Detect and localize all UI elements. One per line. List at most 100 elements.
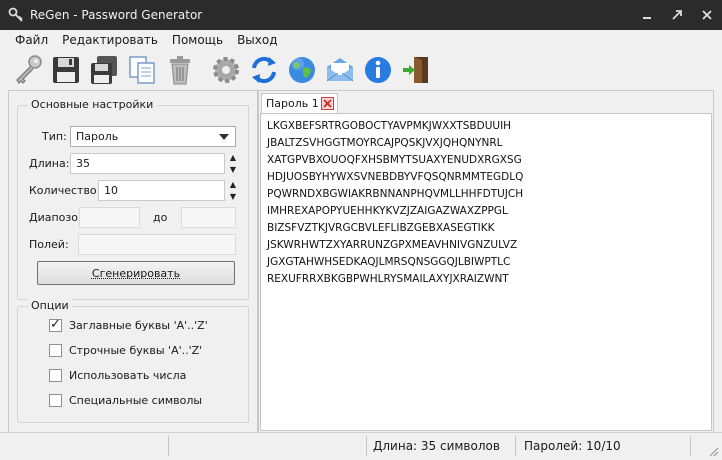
password-line: PQWRNDXBGWIAKRBNNANPHQVMLLHHFDTUJCH bbox=[267, 188, 524, 200]
copy-icon bbox=[129, 56, 155, 84]
output-panel: Пароль 1 LKGXBEFSRTRGOBOCTYAVPMKJWXXTSBD… bbox=[258, 90, 714, 433]
maximize-icon bbox=[672, 10, 682, 20]
length-input[interactable]: 35 bbox=[70, 153, 225, 174]
window-title: ReGen - Password Generator bbox=[30, 8, 203, 22]
close-icon bbox=[323, 99, 332, 108]
menu-file[interactable]: Файл bbox=[8, 33, 55, 47]
tab-close-button[interactable] bbox=[321, 97, 334, 110]
password-line: JGXGTAHWHSEDKAQJLMRSQNSGGQJLBIWPTLC bbox=[267, 256, 511, 268]
length-label: Длина: bbox=[29, 157, 70, 170]
spin-up-icon[interactable]: ▲ bbox=[230, 153, 236, 162]
save-button[interactable] bbox=[48, 52, 84, 88]
password-output[interactable]: LKGXBEFSRTRGOBOCTYAVPMKJWXXTSBDUUIH JBAL… bbox=[260, 113, 712, 431]
range-from-input[interactable] bbox=[79, 207, 140, 228]
menu-bar: Файл Редактировать Помощь Выход bbox=[0, 30, 722, 50]
option-numbers-label: Использовать числа bbox=[69, 369, 187, 382]
options-legend: Опции bbox=[28, 299, 72, 312]
type-select-value: Пароль bbox=[76, 130, 119, 143]
mail-button[interactable] bbox=[322, 52, 358, 88]
generate-button-label: Сгенерировать bbox=[91, 266, 181, 280]
save-all-button[interactable] bbox=[86, 52, 122, 88]
type-label: Тип: bbox=[42, 130, 67, 143]
password-line: IMHREXAPOPYUEHHKYKVZJZAIGAZWAXZPPGL bbox=[267, 205, 508, 217]
copy-button[interactable] bbox=[124, 52, 160, 88]
resize-grip-icon[interactable] bbox=[709, 447, 719, 457]
count-spinner[interactable]: ▲ ▼ bbox=[228, 180, 238, 201]
option-lowercase[interactable]: Строчные буквы 'A'..'Z' bbox=[49, 344, 202, 357]
length-value: 35 bbox=[76, 157, 90, 170]
spin-down-icon[interactable]: ▼ bbox=[230, 165, 236, 174]
status-separator bbox=[168, 436, 169, 456]
main-settings-group: Основные настройки Тип: Пароль Длина: 35… bbox=[17, 98, 249, 300]
password-line: BIZSFVZTKJVRGCBVLEFLIBZGEBXASEGTIKK bbox=[267, 222, 495, 234]
key-button[interactable] bbox=[10, 52, 46, 88]
key-app-icon bbox=[8, 7, 23, 22]
count-input[interactable]: 10 bbox=[98, 180, 225, 201]
tab-password-1[interactable]: Пароль 1 bbox=[261, 93, 338, 113]
settings-panel: Основные настройки Тип: Пароль Длина: 35… bbox=[8, 90, 258, 433]
type-select[interactable]: Пароль bbox=[70, 126, 236, 147]
main-settings-legend: Основные настройки bbox=[28, 98, 157, 111]
minimize-button[interactable] bbox=[632, 0, 662, 30]
status-separator bbox=[515, 436, 516, 456]
password-line: JBALTZSVHGGTMOYRCAJPQSKJVXJQHQNYNRL bbox=[267, 137, 503, 149]
settings-button[interactable] bbox=[208, 52, 244, 88]
title-bar: ReGen - Password Generator bbox=[0, 0, 722, 30]
save-icon bbox=[53, 57, 79, 83]
status-length: Длина: 35 символов bbox=[373, 439, 500, 453]
save-all-icon bbox=[91, 56, 117, 84]
option-lowercase-label: Строчные буквы 'A'..'Z' bbox=[69, 344, 203, 357]
chevron-down-icon bbox=[219, 134, 229, 140]
minimize-icon bbox=[643, 17, 651, 19]
length-spinner[interactable]: ▲ ▼ bbox=[228, 153, 238, 174]
range-to-label: до bbox=[153, 211, 168, 224]
password-line: XATGPVBXOUOQFXHSBMYTSUAXYENUDXRGXSG bbox=[267, 154, 522, 166]
refresh-icon bbox=[252, 56, 276, 84]
password-line: JSKWRHWTZXYARRUNZGPXMEAVHNIVGNZULVZ bbox=[267, 239, 518, 251]
spin-down-icon[interactable]: ▼ bbox=[230, 192, 236, 201]
generate-button[interactable]: Сгенерировать bbox=[37, 261, 235, 285]
toolbar bbox=[0, 50, 722, 90]
fields-label: Полей: bbox=[29, 238, 69, 251]
status-separator bbox=[366, 436, 367, 456]
mail-icon bbox=[326, 58, 354, 82]
web-button[interactable] bbox=[284, 52, 320, 88]
status-separator bbox=[690, 436, 691, 456]
password-line: REXUFRRXBKGBPWHLRYSMAILAXYJXRAIZWNT bbox=[267, 273, 509, 285]
count-value: 10 bbox=[104, 184, 118, 197]
info-icon bbox=[365, 57, 391, 83]
tab-label: Пароль 1 bbox=[266, 97, 319, 110]
checkmark-icon: ✓ bbox=[50, 317, 61, 332]
option-special[interactable]: Специальные символы bbox=[49, 394, 202, 407]
range-to-input[interactable] bbox=[181, 207, 236, 228]
option-numbers[interactable]: Использовать числа bbox=[49, 369, 186, 382]
close-button[interactable] bbox=[692, 0, 722, 30]
maximize-button[interactable] bbox=[662, 0, 692, 30]
special-checkbox[interactable] bbox=[49, 394, 62, 407]
settings-icon bbox=[213, 57, 239, 83]
info-button[interactable] bbox=[360, 52, 396, 88]
option-special-label: Специальные символы bbox=[69, 394, 203, 407]
uppercase-checkbox[interactable]: ✓ bbox=[49, 317, 62, 332]
status-count: Паролей: 10/10 bbox=[524, 439, 621, 453]
options-group: Опции ✓ Заглавные буквы 'A'..'Z' Строчны… bbox=[17, 299, 249, 423]
refresh-button[interactable] bbox=[246, 52, 282, 88]
count-label: Количество: bbox=[29, 184, 101, 197]
spin-up-icon[interactable]: ▲ bbox=[230, 180, 236, 189]
menu-exit[interactable]: Выход bbox=[230, 33, 284, 47]
lowercase-checkbox[interactable] bbox=[49, 344, 62, 357]
numbers-checkbox[interactable] bbox=[49, 369, 62, 382]
menu-help[interactable]: Помощь bbox=[165, 33, 230, 47]
fields-input[interactable] bbox=[78, 234, 236, 255]
delete-button[interactable] bbox=[162, 52, 198, 88]
exit-button[interactable] bbox=[398, 52, 434, 88]
status-bar: Длина: 35 символов Паролей: 10/10 bbox=[0, 432, 722, 460]
menu-edit[interactable]: Редактировать bbox=[55, 33, 165, 47]
option-uppercase[interactable]: ✓ Заглавные буквы 'A'..'Z' bbox=[49, 317, 208, 332]
password-line: HDJUOSBYHYWXSVNEBDBYVFQSQNRMMTEGDLQ bbox=[267, 171, 524, 183]
close-icon bbox=[702, 10, 712, 20]
globe-icon bbox=[289, 57, 315, 83]
password-line: LKGXBEFSRTRGOBOCTYAVPMKJWXXTSBDUUIH bbox=[267, 120, 512, 132]
key-icon bbox=[16, 55, 42, 84]
exit-door-icon bbox=[403, 57, 428, 83]
